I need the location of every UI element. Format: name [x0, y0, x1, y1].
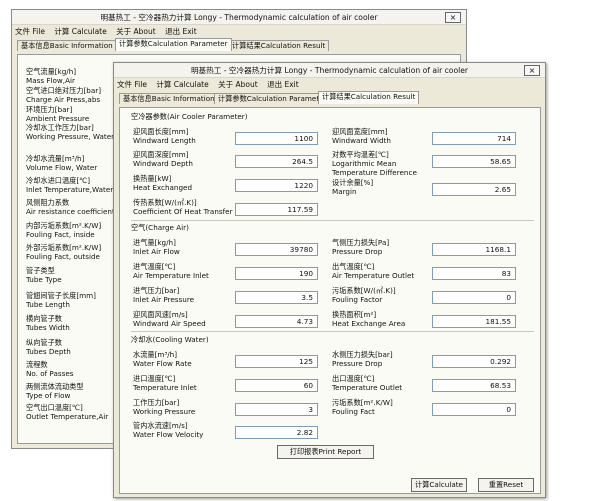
title-bar: 明基热工 - 空冷器热力计算 Longy - Thermodynamic cal…	[12, 10, 466, 25]
field-label: 水侧压力损失[bar] Pressure Drop	[332, 350, 393, 368]
field-label: 设计余量[%] Margin	[332, 178, 374, 196]
section-title-air-cooler: 空冷器参数(Air Cooler Parameter)	[131, 112, 248, 121]
tab-strip: 基本信息Basic Information 计算参数Calculation Pa…	[17, 38, 466, 51]
tab-strip: 基本信息Basic Information 计算参数Calculation Pa…	[119, 91, 545, 104]
heat-exchanged-value[interactable]: 1220	[235, 179, 318, 192]
tab-calculation-parameter[interactable]: 计算参数Calculation Parameter	[214, 93, 331, 104]
field-label: 换热量[kW] Heat Exchanged	[133, 174, 193, 192]
param-label: 纵向管子数 Tubes Depth	[26, 338, 71, 356]
menu-bar: 文件 File 计算 Calculate 关于 About 退出 Exit	[12, 25, 466, 38]
window-title: 明基热工 - 空冷器热力计算 Longy - Thermodynamic cal…	[100, 13, 378, 22]
water-flow-rate-value[interactable]: 125	[235, 355, 318, 368]
field-label: 污垢系数[m².K/W] Fouling Fact	[332, 398, 393, 416]
tab-calculation-parameter[interactable]: 计算参数Calculation Parameter	[115, 38, 232, 51]
heat-exchange-area-value[interactable]: 181.55	[432, 315, 516, 328]
param-label: 管子类型 Tube Type	[26, 266, 62, 284]
print-report-button[interactable]: 打印报表Print Report	[277, 445, 374, 459]
margin-value[interactable]: 2.65	[432, 183, 516, 196]
field-label: 对数平均温差[℃] Logarithmic Mean Temperature Dif…	[332, 150, 417, 177]
water-temperature-inlet-value[interactable]: 60	[235, 379, 318, 392]
window-title: 明基热工 - 空冷器热力计算 Longy - Thermodynamic cal…	[190, 66, 469, 75]
param-label: 空气进口绝对压力[bar] Charge Air Press,abs	[26, 86, 102, 104]
menu-file[interactable]: 文件 File	[117, 78, 147, 91]
windward-depth-value[interactable]: 264.5	[235, 155, 318, 168]
field-label: 迎风面风速[m/s] Windward Air Speed	[133, 310, 206, 328]
param-label: 冷却水进口温度[℃] Inlet Temperature,Water	[26, 176, 114, 194]
log-mean-temp-diff-value[interactable]: 58.65	[432, 155, 516, 168]
param-label: 冷却水流量[m³/h] Volume Flow, Water	[26, 154, 98, 172]
water-temperature-outlet-value[interactable]: 68.53	[432, 379, 516, 392]
windward-length-value[interactable]: 1100	[235, 132, 318, 145]
section-title-cooling-water: 冷却水(Cooling Water)	[131, 335, 209, 344]
main-window-front: 明基热工 - 空冷器热力计算 Longy - Thermodynamic cal…	[113, 62, 546, 498]
title-bar: 明基热工 - 空冷器热力计算 Longy - Thermodynamic cal…	[114, 63, 545, 78]
param-label: 冷却水工作压力[bar] Working Pressure, Water	[26, 123, 115, 141]
field-label: 迎风面长度[mm] Windward Length	[133, 127, 196, 145]
param-label: 空气出口温度[℃] Outlet Temperature,Air	[26, 403, 109, 421]
inlet-air-pressure-value[interactable]: 3.5	[235, 291, 318, 304]
section-title-charge-air: 空气(Charge Air)	[131, 223, 189, 232]
field-label: 进气压力[bar] Inlet Air Pressure	[133, 286, 195, 304]
water-fouling-factor-value[interactable]: 0	[432, 403, 516, 416]
heat-transfer-coefficient-value[interactable]: 117.59	[235, 203, 318, 216]
menu-exit[interactable]: 退出 Exit	[165, 25, 197, 38]
param-label: 外部污垢系数[m².K/W] Fouling Fact, outside	[26, 243, 102, 261]
field-label: 进气温度[℃] Air Temperature Inlet	[133, 262, 209, 280]
tab-calculation-result[interactable]: 计算结果Calculation Result	[318, 91, 420, 104]
windward-width-value[interactable]: 714	[432, 132, 516, 145]
air-pressure-drop-value[interactable]: 1168.1	[432, 243, 516, 256]
menu-about[interactable]: 关于 About	[116, 25, 156, 38]
field-label: 传热系数[W/(㎡.K)] Coefficient Of Heat Transfe…	[133, 198, 233, 216]
menu-calculate[interactable]: 计算 Calculate	[156, 78, 208, 91]
calculate-button[interactable]: 计算Calculate	[411, 478, 467, 492]
field-label: 出口温度[℃] Temperature Outlet	[332, 374, 403, 392]
param-label: 环境压力[bar] Ambient Pressure	[26, 105, 90, 123]
param-label: 风侧阻力系数 Air resistance coefficient	[26, 198, 115, 216]
field-label: 污垢系数[W/(㎡.K)] Fouling Factor	[332, 286, 396, 304]
section-divider	[131, 331, 534, 332]
param-label: 内部污垢系数[m².K/W] Fouling Fact, inside	[26, 221, 102, 239]
tab-basic-information[interactable]: 基本信息Basic Information	[119, 93, 219, 104]
field-margin: 设计余量[%] Margin 2.65	[332, 178, 532, 208]
section-divider	[131, 220, 534, 221]
field-water-fouling-factor: 污垢系数[m².K/W] Fouling Fact 0	[332, 398, 532, 428]
param-label: 空气流量[kg/h] Mass Flow,Air	[26, 67, 77, 85]
close-button[interactable]: ×	[524, 65, 540, 76]
result-panel: 空冷器参数(Air Cooler Parameter) 迎风面长度[mm] Win…	[119, 107, 541, 494]
windward-air-speed-value[interactable]: 4.73	[235, 315, 318, 328]
air-temperature-inlet-value[interactable]: 190	[235, 267, 318, 280]
field-label: 气侧压力损失[Pa] Pressure Drop	[332, 238, 390, 256]
menu-file[interactable]: 文件 File	[15, 25, 45, 38]
inlet-air-flow-value[interactable]: 39780	[235, 243, 318, 256]
field-label: 迎风面深度[mm] Windward Depth	[133, 150, 193, 168]
working-pressure-value[interactable]: 3	[235, 403, 318, 416]
reset-button[interactable]: 重置Reset	[478, 478, 534, 492]
field-label: 水流量[m³/h] Water Flow Rate	[133, 350, 192, 368]
close-button[interactable]: ×	[445, 12, 461, 23]
menu-about[interactable]: 关于 About	[218, 78, 258, 91]
field-log-mean-temp-diff: 对数平均温差[℃] Logarithmic Mean Temperature Dif…	[332, 150, 532, 180]
menu-bar: 文件 File 计算 Calculate 关于 About 退出 Exit	[114, 78, 545, 91]
param-label: 流程数 No. of Passes	[26, 360, 74, 378]
field-heat-exchange-area: 换热面积[m²] Heat Exchange Area 181.55	[332, 310, 532, 340]
param-label: 两侧流体流动类型 Type of Flow	[26, 382, 84, 400]
field-label: 进口温度[℃] Temperature Inlet	[133, 374, 197, 392]
menu-exit[interactable]: 退出 Exit	[267, 78, 299, 91]
tab-basic-information[interactable]: 基本信息Basic Information	[17, 40, 117, 51]
field-label: 管内水流速[m/s] Water Flow Velocity	[133, 421, 204, 439]
field-label: 工作压力[bar] Working Pressure	[133, 398, 196, 416]
field-label: 进气量[kg/h] Inlet Air Flow	[133, 238, 180, 256]
air-fouling-factor-value[interactable]: 0	[432, 291, 516, 304]
tab-calculation-result[interactable]: 计算结果Calculation Result	[228, 40, 330, 51]
water-pressure-drop-value[interactable]: 0.292	[432, 355, 516, 368]
field-label: 换热面积[m²] Heat Exchange Area	[332, 310, 406, 328]
menu-calculate[interactable]: 计算 Calculate	[54, 25, 106, 38]
param-label: 管翅间管子长度[mm] Tube Length	[26, 291, 96, 309]
field-label: 迎风面宽度[mm] Windward Width	[332, 127, 391, 145]
air-temperature-outlet-value[interactable]: 83	[432, 267, 516, 280]
param-label: 横向管子数 Tubes Width	[26, 314, 70, 332]
water-flow-velocity-value[interactable]: 2.82	[235, 426, 318, 439]
field-label: 出气温度[℃] Air Temperature Outlet	[332, 262, 415, 280]
